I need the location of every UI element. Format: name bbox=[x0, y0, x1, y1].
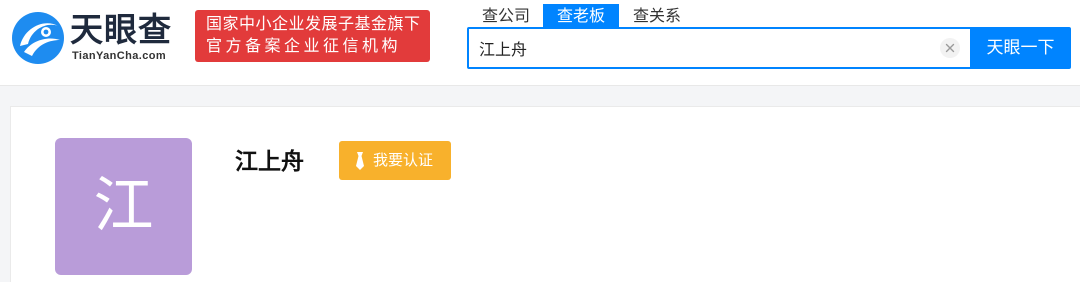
close-icon bbox=[945, 43, 955, 53]
tab-search-boss[interactable]: 查老板 bbox=[543, 4, 619, 28]
brand-name: 天眼查 bbox=[70, 10, 172, 49]
search-input[interactable] bbox=[479, 29, 919, 67]
tie-icon bbox=[356, 152, 364, 170]
claim-verify-button[interactable]: 我要认证 bbox=[339, 141, 451, 180]
search-bar: 天眼一下 bbox=[467, 27, 1071, 69]
fund-badge-line2: 官方备案企业征信机构 bbox=[206, 36, 402, 55]
fund-badge-line1: 国家中小企业发展子基金旗下 bbox=[206, 14, 421, 33]
avatar: 江 bbox=[55, 138, 192, 275]
tab-search-relation[interactable]: 查关系 bbox=[625, 4, 689, 28]
official-fund-badge: 国家中小企业发展子基金旗下 官方备案企业征信机构 bbox=[195, 10, 430, 62]
brand-logo[interactable]: 天眼查 TianYanCha.com bbox=[10, 8, 190, 68]
person-profile-card: 江 江上舟 我要认证 bbox=[10, 106, 1080, 282]
claim-verify-label: 我要认证 bbox=[373, 151, 434, 169]
tab-search-company[interactable]: 查公司 bbox=[474, 4, 538, 28]
clear-search-button[interactable] bbox=[940, 38, 960, 58]
person-name: 江上舟 bbox=[235, 149, 304, 175]
eye-swirl-logo-icon bbox=[12, 12, 64, 64]
brand-domain: TianYanCha.com bbox=[72, 50, 167, 62]
search-submit-button[interactable]: 天眼一下 bbox=[970, 27, 1071, 69]
top-header: 天眼查 TianYanCha.com 国家中小企业发展子基金旗下 官方备案企业征… bbox=[0, 0, 1080, 86]
